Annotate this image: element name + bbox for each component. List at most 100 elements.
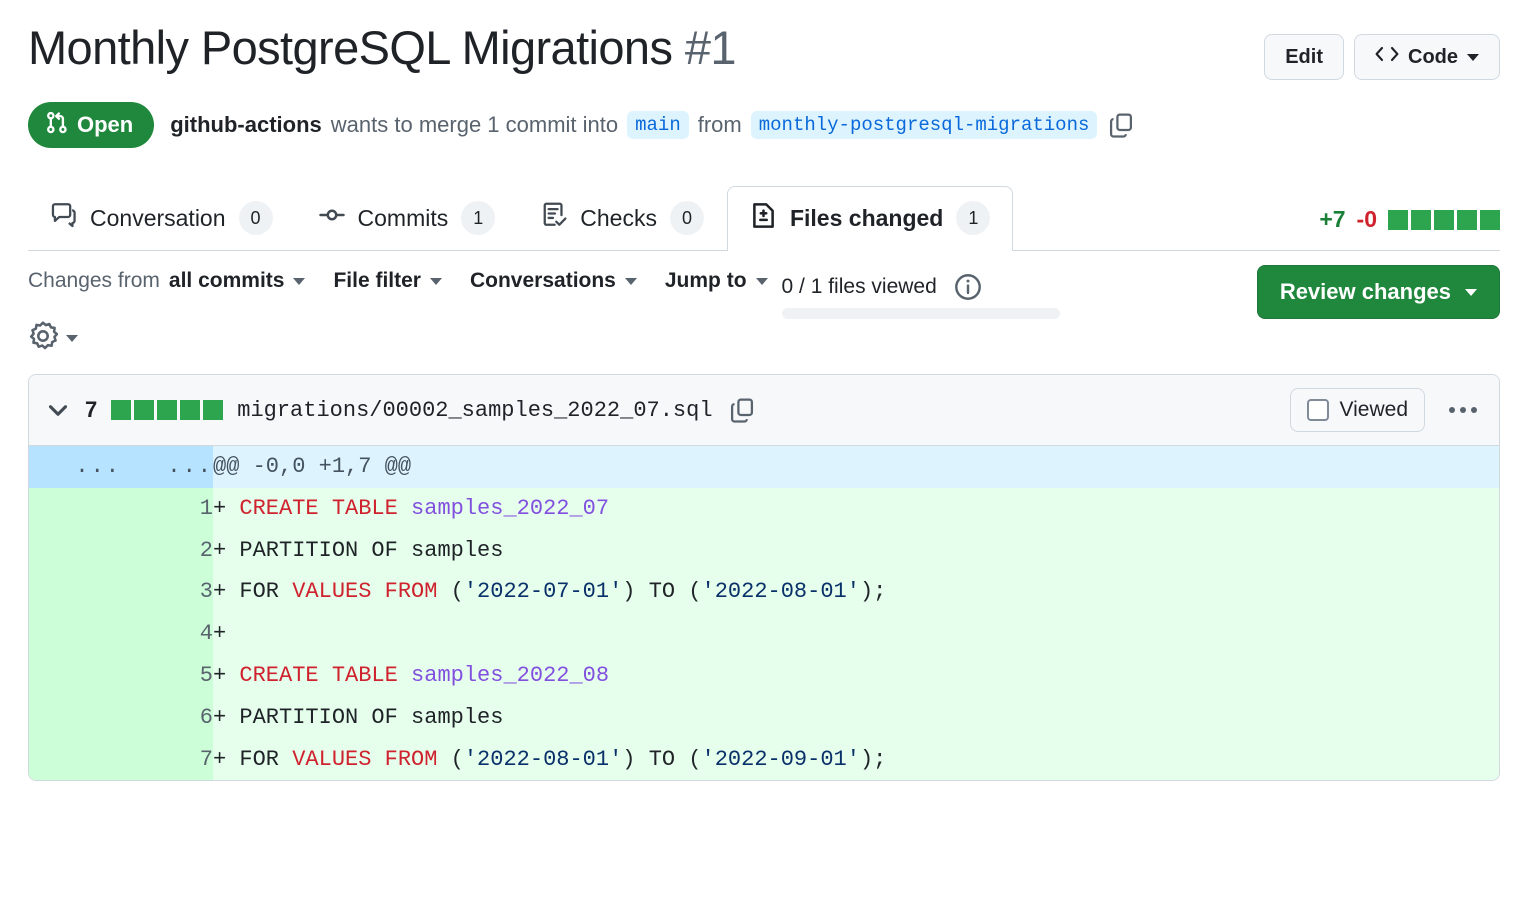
diff-old-line-number (29, 613, 121, 655)
file-path[interactable]: migrations/00002_samples_2022_07.sql (237, 398, 712, 423)
diff-block (1434, 209, 1454, 230)
files-viewed-progress (781, 308, 1060, 319)
conversations-dropdown[interactable]: Conversations (470, 265, 637, 297)
tab-conversation-count: 0 (238, 201, 273, 235)
files-viewed-group: 0 / 1 files viewed (781, 265, 1060, 319)
code-token: PARTITION OF samples (239, 704, 504, 730)
diff-new-line-number: 4 (121, 613, 213, 655)
code-token: VALUES FROM (292, 579, 438, 605)
code-button[interactable]: Code (1354, 34, 1500, 80)
review-changes-label: Review changes (1279, 279, 1451, 304)
code-token: '2022-09-01' (701, 746, 860, 772)
diff-old-line-number (29, 696, 121, 739)
merge-text-middle: from (697, 112, 742, 137)
diff-table: ... ... @@ -0,0 +1,7 @@ 1 + CREATE TABLE … (29, 446, 1499, 781)
hunk-header: @@ -0,0 +1,7 @@ (213, 446, 1499, 488)
diff-old-line-number (29, 738, 121, 781)
tab-checks-count: 0 (669, 201, 704, 235)
file-change-count: 7 (85, 397, 98, 422)
info-icon[interactable] (953, 272, 983, 302)
file-diff-blocks (111, 400, 224, 420)
tab-files-changed-label: Files changed (789, 204, 944, 231)
file-filter-dropdown[interactable]: File filter (333, 265, 442, 297)
diff-line-content: + PARTITION OF samples (213, 696, 1499, 739)
code-token: FOR (239, 746, 293, 772)
diff-new-line-number: 2 (121, 529, 213, 572)
diff-line-content: + FOR VALUES FROM ('2022-08-01') TO ('20… (213, 738, 1499, 781)
page-title: Monthly PostgreSQL Migrations #1 (28, 21, 737, 75)
code-token: '2022-08-01' (463, 746, 623, 772)
head-branch-chip[interactable]: monthly-postgresql-migrations (750, 111, 1098, 139)
copy-branch-icon[interactable] (1106, 110, 1136, 140)
diff-settings-button[interactable] (28, 321, 78, 356)
checklist-icon (541, 202, 567, 234)
diff-line-sign: + (213, 537, 240, 563)
pr-author: github-actions (170, 112, 322, 137)
git-pull-request-icon (46, 111, 68, 139)
kebab-menu-icon[interactable] (1443, 401, 1483, 419)
file-filter-label: File filter (333, 269, 421, 292)
viewed-checkbox[interactable] (1306, 399, 1329, 421)
comment-discussion-icon (51, 202, 77, 234)
diff-line-row: 5 + CREATE TABLE samples_2022_08 (29, 654, 1499, 697)
copy-path-icon[interactable] (727, 395, 757, 425)
diff-deletions: -0 (1356, 206, 1377, 232)
base-branch-chip[interactable]: main (627, 111, 689, 139)
review-changes-button[interactable]: Review changes (1256, 265, 1500, 319)
diff-old-line-number (29, 529, 121, 572)
diff-stat-blocks (1388, 209, 1500, 230)
tab-checks[interactable]: Checks 0 (518, 186, 727, 251)
diff-line-row: 1 + CREATE TABLE samples_2022_07 (29, 487, 1499, 530)
diff-new-line-number: 5 (121, 654, 213, 697)
code-token: '2022-08-01' (701, 579, 860, 605)
hunk-new-line: ... (121, 446, 213, 488)
diff-old-line-number (29, 571, 121, 614)
chevron-down-icon (1465, 288, 1477, 296)
chevron-down-icon (429, 277, 442, 285)
changes-from-prefix: Changes from (28, 269, 160, 292)
pr-header: Monthly PostgreSQL Migrations #1 Edit Co… (0, 0, 1528, 148)
jump-to-dropdown[interactable]: Jump to (665, 265, 768, 297)
changes-from-dropdown[interactable]: Changes from all commits (28, 265, 306, 297)
header-actions: Edit Code (1264, 22, 1500, 80)
pr-tabs: Conversation 0 Commits 1 Checks 0 Files … (28, 186, 1500, 252)
diff-block (1457, 209, 1477, 230)
diff-line-sign: + (213, 746, 240, 772)
diff-line-row: 4 + (29, 613, 1499, 655)
code-token: CREATE TABLE (239, 662, 412, 688)
tab-conversation[interactable]: Conversation 0 (28, 186, 296, 251)
code-button-label: Code (1408, 46, 1458, 68)
diff-block (180, 400, 201, 420)
code-token: samples_2022_08 (411, 662, 610, 688)
pr-title-text: Monthly PostgreSQL Migrations (28, 21, 673, 74)
file-header-actions: Viewed (1289, 388, 1484, 432)
code-token: PARTITION OF samples (239, 537, 504, 563)
diff-toolbar: Changes from all commits File filter Con… (0, 251, 1528, 356)
gear-icon (28, 321, 59, 356)
diff-line-content: + FOR VALUES FROM ('2022-07-01') TO ('20… (213, 571, 1499, 614)
merge-summary: github-actions wants to merge 1 commit i… (170, 110, 1136, 140)
diff-line-row: 2 + PARTITION OF samples (29, 529, 1499, 572)
diff-additions: +7 (1319, 206, 1346, 232)
diff-line-row: 3 + FOR VALUES FROM ('2022-07-01') TO ('2… (29, 571, 1499, 614)
tab-files-changed[interactable]: Files changed 1 (726, 186, 1014, 252)
edit-button[interactable]: Edit (1264, 34, 1344, 80)
diff-line-sign: + (213, 704, 240, 730)
status-badge: Open (28, 102, 155, 148)
diff-new-line-number: 6 (121, 696, 213, 739)
viewed-checkbox-button[interactable]: Viewed (1289, 388, 1425, 432)
tab-checks-label: Checks (580, 204, 657, 231)
diff-block (1480, 209, 1500, 230)
tab-commits[interactable]: Commits 1 (296, 186, 519, 251)
code-token: CREATE TABLE (239, 495, 412, 521)
file-diff-header: 7 migrations/00002_samples_2022_07.sql V… (29, 375, 1499, 446)
diff-block (203, 400, 224, 420)
diff-old-line-number (29, 487, 121, 530)
file-diff-icon (750, 202, 777, 235)
diff-line-sign: + (213, 662, 240, 688)
chevron-down-icon[interactable] (45, 397, 71, 423)
code-token: ); (859, 579, 887, 605)
diff-block (111, 400, 132, 420)
diff-line-content: + CREATE TABLE samples_2022_07 (213, 487, 1499, 530)
chevron-down-icon (66, 335, 78, 342)
